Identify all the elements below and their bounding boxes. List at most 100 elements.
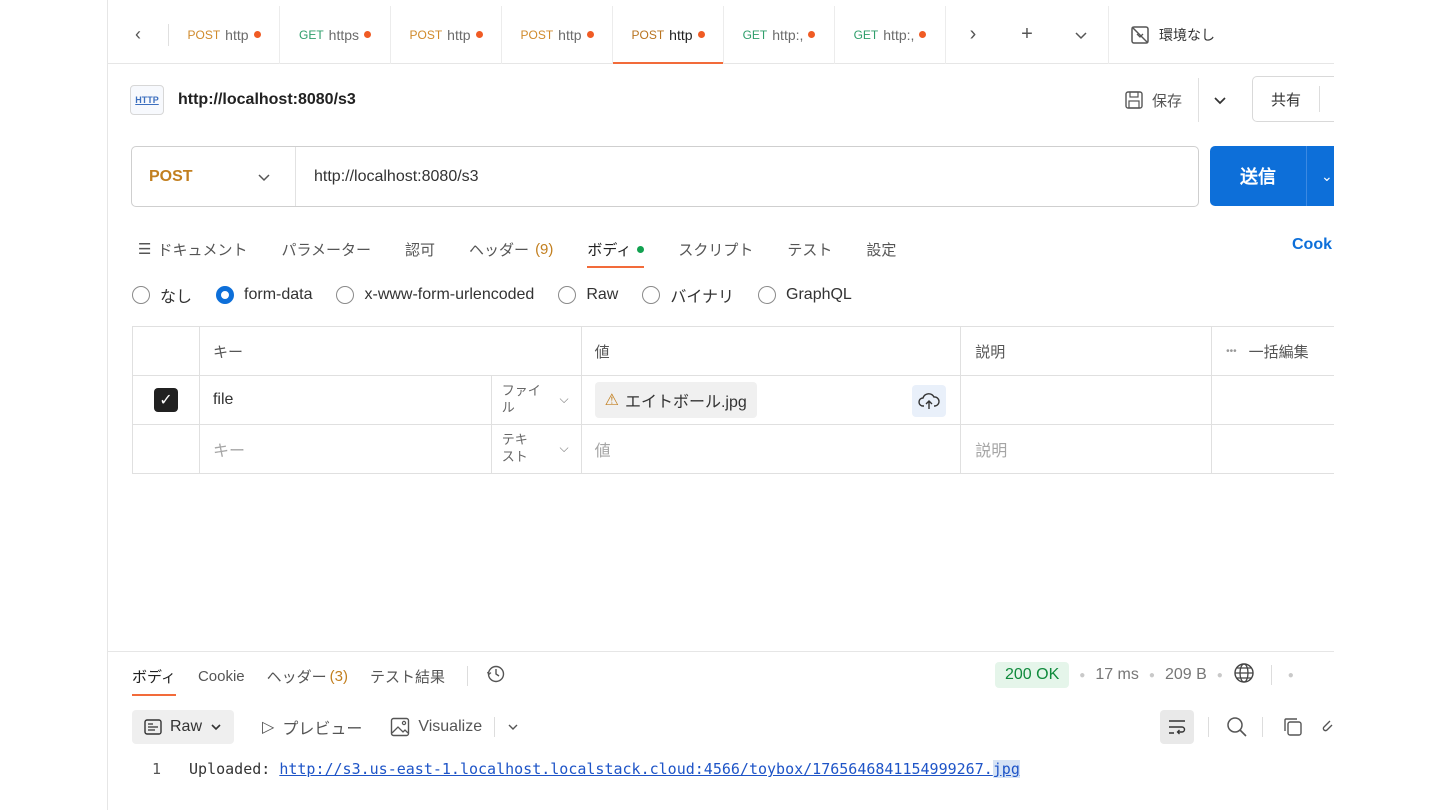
save-dropdown-chevron-icon[interactable] xyxy=(1213,93,1227,107)
request-tab-active[interactable]: POST http xyxy=(613,5,724,64)
url-bar: POST http://localhost:8080/s3 xyxy=(131,146,1199,207)
tabs-scroll-right-icon[interactable]: › xyxy=(946,6,1000,64)
request-tab[interactable]: GET http:, xyxy=(724,5,835,64)
response-body: 1 Uploaded: http://s3.us-east-1.localhos… xyxy=(152,760,1020,778)
chevron-down-icon: ⌵ xyxy=(559,441,569,456)
radio-label: Raw xyxy=(586,286,619,303)
tab-method: POST xyxy=(187,27,221,42)
tab-method: GET xyxy=(742,27,768,42)
send-button[interactable]: 送信 ⌄ xyxy=(1210,146,1334,206)
tab-docs[interactable]: ☰ ドキュメント xyxy=(138,230,247,268)
request-tab[interactable]: POST http xyxy=(169,5,280,64)
uploaded-url-link[interactable]: http://s3.us-east-1.localhost.localstack… xyxy=(279,760,1020,778)
share-button[interactable]: 共有 xyxy=(1252,76,1334,122)
response-size[interactable]: 209 B xyxy=(1165,666,1207,684)
tab-params[interactable]: パラメーター xyxy=(281,230,371,268)
request-title[interactable]: http://localhost:8080/s3 xyxy=(178,91,356,109)
new-tab-plus-icon[interactable]: + xyxy=(1000,6,1054,64)
tab-tests[interactable]: テスト xyxy=(787,230,832,268)
status-badge[interactable]: 200 OK xyxy=(995,662,1070,688)
header-key: キー xyxy=(200,327,582,375)
divider xyxy=(1319,86,1321,112)
visualize-button[interactable]: Visualize xyxy=(390,717,519,737)
search-icon[interactable] xyxy=(1226,716,1248,743)
tab-auth[interactable]: 認可 xyxy=(405,230,435,268)
request-tab[interactable]: GET http:, xyxy=(835,5,946,64)
link-icon[interactable] xyxy=(1320,716,1334,743)
row-key[interactable]: file xyxy=(200,376,492,424)
body-type-radios: なし form-data x-www-form-urlencoded Raw バ… xyxy=(132,283,876,307)
no-environment-icon xyxy=(1131,25,1149,44)
more-dot-icon[interactable]: ● xyxy=(1288,670,1294,681)
bulk-edit-button[interactable]: ••• 一括編集 xyxy=(1212,327,1334,375)
header-check-cell xyxy=(133,327,200,375)
save-icon[interactable] xyxy=(1124,90,1144,110)
cookies-link[interactable]: Cook xyxy=(1292,236,1332,254)
raw-format-icon xyxy=(144,719,162,735)
cloud-upload-icon[interactable] xyxy=(912,385,947,417)
tab-method: POST xyxy=(520,27,554,42)
send-options-chevron-icon[interactable]: ⌄ xyxy=(1307,168,1333,185)
radio-raw[interactable]: Raw xyxy=(558,286,618,304)
request-tab[interactable]: POST http xyxy=(391,5,502,64)
radio-label: form-data xyxy=(244,286,313,303)
radio-label: x-www-form-urlencoded xyxy=(364,286,535,303)
radio-binary[interactable]: バイナリ xyxy=(642,283,734,307)
radio-none[interactable]: なし xyxy=(132,283,192,307)
response-tab-headers[interactable]: ヘッダー (3) xyxy=(267,656,348,696)
radio-graphql[interactable]: GraphQL xyxy=(758,286,852,304)
environment-selector[interactable]: 環境なし xyxy=(1108,5,1215,64)
row-type-selector[interactable]: ファイル ⌵ xyxy=(492,376,582,424)
new-description-input[interactable]: 説明 xyxy=(961,425,1213,473)
new-key-input[interactable]: キー xyxy=(200,425,492,473)
file-chip[interactable]: ⚠ エイトボール.jpg xyxy=(594,382,757,418)
response-tab-test-results[interactable]: テスト結果 xyxy=(370,656,445,696)
preview-label: プレビュー xyxy=(282,721,363,738)
tab-scripts[interactable]: スクリプト xyxy=(678,230,753,268)
radio-urlencoded[interactable]: x-www-form-urlencoded xyxy=(336,286,534,304)
format-raw-button[interactable]: Raw xyxy=(132,710,235,744)
new-type-selector[interactable]: テキ スト ⌵ xyxy=(492,425,582,473)
chevron-down-icon[interactable] xyxy=(507,721,519,733)
history-icon[interactable] xyxy=(486,664,506,688)
divider xyxy=(1270,665,1272,685)
type-line: ル xyxy=(501,400,515,415)
row-enabled-checkbox[interactable]: ✓ xyxy=(153,388,178,412)
new-value-input[interactable]: 値 xyxy=(582,425,962,473)
copy-icon[interactable] xyxy=(1282,716,1304,743)
response-tab-cookie[interactable]: Cookie xyxy=(198,656,245,696)
request-tab[interactable]: POST http xyxy=(502,5,613,64)
more-dots-icon[interactable]: ••• xyxy=(1226,346,1237,357)
network-globe-icon[interactable] xyxy=(1233,662,1255,689)
response-tab-body[interactable]: ボディ xyxy=(132,656,176,696)
tabs-scroll-left-icon[interactable]: ‹ xyxy=(108,6,168,64)
response-headers-label: ヘッダー xyxy=(266,668,327,686)
file-name: エイトボール.jpg xyxy=(624,394,747,411)
radio-selected-icon xyxy=(216,286,235,304)
tab-name: http xyxy=(225,26,249,43)
tabs-dropdown-chevron-icon[interactable] xyxy=(1054,6,1108,64)
response-divider[interactable] xyxy=(108,651,1334,652)
tab-body[interactable]: ボディ xyxy=(587,230,645,268)
request-tab[interactable]: GET https xyxy=(280,5,391,64)
environment-label: 環境なし xyxy=(1159,26,1215,43)
radio-circle-icon xyxy=(642,286,661,304)
save-button[interactable]: 保存 xyxy=(1152,90,1182,111)
url-main: http://s3.us-east-1.localhost.localstack… xyxy=(279,760,993,778)
docs-list-icon: ☰ xyxy=(138,241,152,258)
url-input[interactable]: http://localhost:8080/s3 xyxy=(296,168,479,186)
response-time[interactable]: 17 ms xyxy=(1095,666,1139,684)
row-description[interactable] xyxy=(961,376,1213,424)
preview-button[interactable]: ▷ プレビュー xyxy=(262,715,362,739)
method-selector[interactable]: POST xyxy=(132,147,296,206)
save-group: 保存 xyxy=(1124,78,1227,122)
table-row: ✓ file ファイル ⌵ ⚠ エイトボール.jpg xyxy=(133,376,1334,425)
tab-settings[interactable]: 設定 xyxy=(866,230,896,268)
radio-circle-icon xyxy=(758,286,777,304)
radio-form-data[interactable]: form-data xyxy=(216,286,312,304)
app-window: ‹ POST http GET https POST http POST htt… xyxy=(107,0,1334,810)
chevron-down-icon: ⌵ xyxy=(559,392,569,407)
response-tabs: ボディ Cookie ヘッダー (3) テスト結果 xyxy=(132,656,506,696)
tab-headers[interactable]: ヘッダー (9) xyxy=(469,230,553,268)
wrap-lines-icon[interactable] xyxy=(1160,710,1194,744)
